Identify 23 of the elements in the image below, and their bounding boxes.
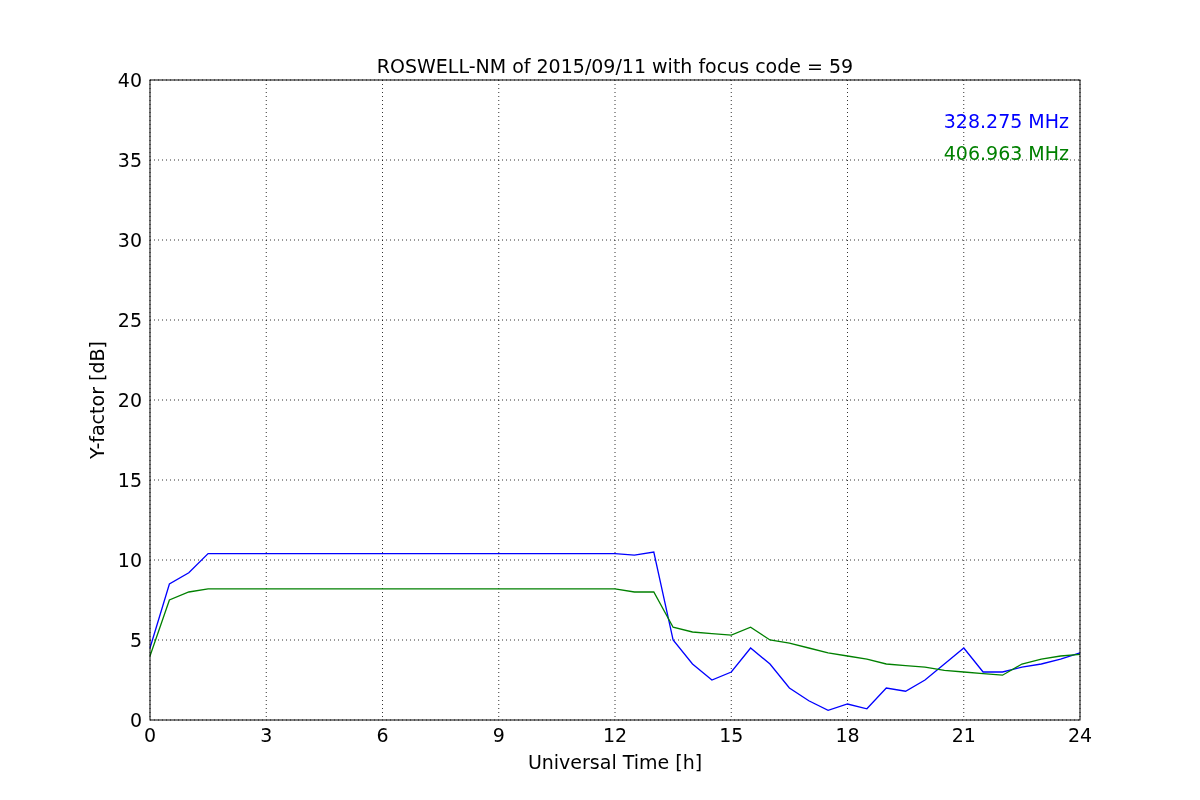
tick-label: 25 (117, 309, 142, 331)
tick-label: 0 (143, 724, 157, 746)
tick-label: 20 (117, 389, 142, 411)
tick-label: 21 (951, 724, 976, 746)
tick-label: 18 (835, 724, 860, 746)
tick-label: 9 (492, 724, 505, 746)
tick-label: 6 (376, 724, 389, 746)
tick-label: 30 (117, 229, 142, 251)
tick-label: 40 (117, 69, 142, 91)
chart-title: ROSWELL-NM of 2015/09/11 with focus code = 59 (376, 55, 854, 77)
tick-label: 10 (117, 549, 142, 571)
tick-label: 24 (1067, 724, 1093, 746)
tick-label: 12 (602, 724, 628, 746)
tick-label: 0 (129, 709, 142, 731)
tick-label: 15 (719, 724, 744, 746)
axis-label: Y-factor [dB] (86, 341, 108, 459)
tick-label: 5 (129, 629, 142, 651)
legend-label: 406.963 MHz (943, 142, 1069, 164)
tick-label: 3 (260, 724, 273, 746)
legend-label: 328.275 MHz (943, 110, 1069, 132)
tick-label: 35 (117, 149, 142, 171)
axis-label: Universal Time [h] (527, 751, 703, 773)
tick-label: 15 (117, 469, 142, 491)
